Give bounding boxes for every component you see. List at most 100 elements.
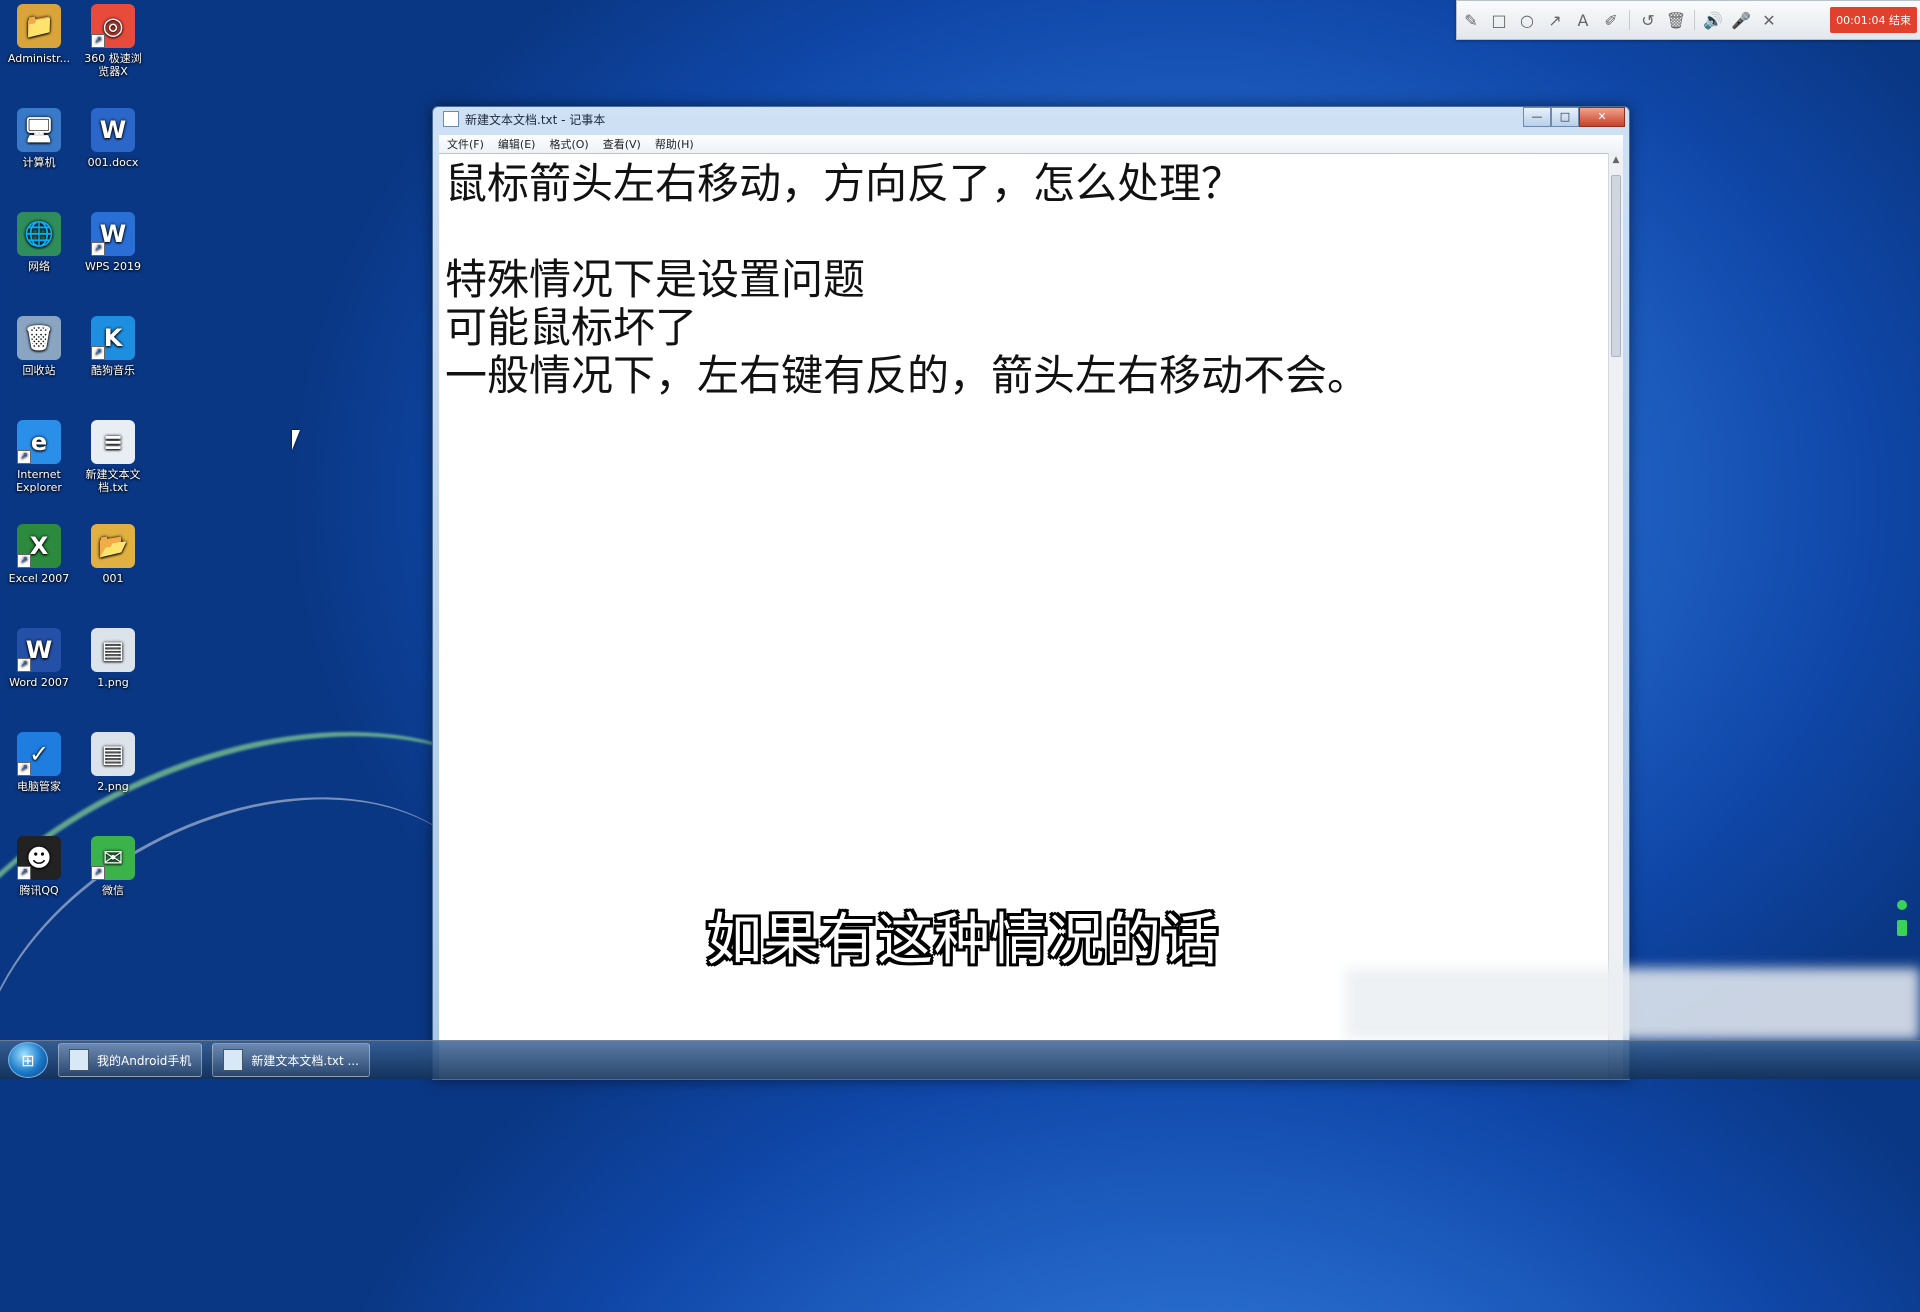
scrollbar-thumb[interactable] xyxy=(1611,175,1621,357)
highlighter-tool-icon[interactable]: ✐ xyxy=(1597,6,1625,34)
menu-bar: 文件(F) 编辑(E) 格式(O) 查看(V) 帮助(H) xyxy=(439,135,1623,153)
desktop-icon-label: 电脑管家 xyxy=(17,780,61,793)
text-line-empty xyxy=(445,208,1603,256)
annotation-toolbar: ✎ □ ○ ↗ A ✐ ↺ 🗑 🔊 🎤 ✕ 00:01:04 结束 xyxy=(1456,0,1920,40)
vertical-scrollbar[interactable]: ▲ xyxy=(1608,153,1623,1079)
desktop-icon-label: Internet Explorer xyxy=(16,468,62,494)
shortcut-arrow-icon: ↗ xyxy=(17,658,31,672)
video-subtitle: 如果有这种情况的话 xyxy=(706,908,1219,973)
desktop-icon[interactable]: ◎ ↗ 360 极速浏 览器X xyxy=(74,4,152,78)
app-icon: e ↗ xyxy=(17,420,61,464)
app-icon: ✉ ↗ xyxy=(91,836,135,880)
desktop-icon[interactable]: 📁 Administr... xyxy=(0,4,78,65)
desktop-icon-label: 2.png xyxy=(97,780,129,793)
status-bar-icon xyxy=(1897,920,1907,936)
app-icon: W ↗ xyxy=(17,628,61,672)
desktop-icon-label: 微信 xyxy=(102,884,124,897)
notepad-app-icon xyxy=(443,111,459,127)
notepad-titlebar[interactable]: 新建文本文档.txt - 记事本 — □ ✕ xyxy=(433,107,1629,131)
shortcut-arrow-icon: ↗ xyxy=(17,866,31,880)
scroll-up-arrow-icon[interactable]: ▲ xyxy=(1609,155,1623,165)
shortcut-arrow-icon: ↗ xyxy=(91,242,105,256)
desktop-icon[interactable]: ☻ ↗ 腾讯QQ xyxy=(0,836,78,897)
menu-edit[interactable]: 编辑(E) xyxy=(498,136,536,152)
taskbar-item-label: 我的Android手机 xyxy=(97,1053,192,1068)
app-icon: ☻ ↗ xyxy=(17,836,61,880)
desktop-icon[interactable]: W ↗ WPS 2019 xyxy=(74,212,152,273)
app-icon: ▤ xyxy=(91,628,135,672)
desktop-icon-label: Excel 2007 xyxy=(8,572,70,585)
blurred-overlay xyxy=(1345,968,1920,1040)
phone-icon xyxy=(69,1049,89,1071)
desktop-icon[interactable]: e ↗ Internet Explorer xyxy=(0,420,78,494)
menu-file[interactable]: 文件(F) xyxy=(447,136,484,152)
rectangle-tool-icon[interactable]: □ xyxy=(1485,6,1513,34)
text-line: 可能鼠标坏了 xyxy=(445,303,698,352)
desktop-icon[interactable]: W ↗ Word 2007 xyxy=(0,628,78,689)
clear-trash-icon[interactable]: 🗑 xyxy=(1662,6,1690,34)
menu-help[interactable]: 帮助(H) xyxy=(655,136,694,152)
app-icon: 🗑 xyxy=(17,316,61,360)
side-status-indicator xyxy=(1896,900,1908,960)
notepad-icon xyxy=(223,1049,244,1071)
start-button[interactable]: ⊞ xyxy=(8,1042,48,1078)
window-controls: — □ ✕ xyxy=(1523,107,1625,127)
toolbar-separator xyxy=(1694,10,1695,30)
microphone-icon[interactable]: 🎤 xyxy=(1727,6,1755,34)
desktop-icon[interactable]: ▤ 2.png xyxy=(74,732,152,793)
app-icon: 📂 xyxy=(91,524,135,568)
app-icon: K ↗ xyxy=(91,316,135,360)
app-icon: ✓ ↗ xyxy=(17,732,61,776)
app-icon: W xyxy=(91,108,135,152)
desktop-icon[interactable]: ✓ ↗ 电脑管家 xyxy=(0,732,78,793)
desktop-icon-label: 计算机 xyxy=(22,156,56,169)
app-icon: ◎ ↗ xyxy=(91,4,135,48)
text-tool-icon[interactable]: A xyxy=(1569,6,1597,34)
text-line: 一般情况下，左右键有反的，箭头左右移动不会。 xyxy=(445,351,1370,400)
desktop-icon-label: 1.png xyxy=(97,676,129,689)
app-icon: 🖥 xyxy=(17,108,61,152)
undo-icon[interactable]: ↺ xyxy=(1634,6,1662,34)
desktop-icon[interactable]: 🌐 网络 xyxy=(0,212,78,273)
desktop-icon[interactable]: ≡ 新建文本文 档.txt xyxy=(74,420,152,494)
minimize-button[interactable]: — xyxy=(1523,107,1551,127)
desktop-icon-label: 新建文本文 档.txt xyxy=(85,468,141,494)
shortcut-arrow-icon: ↗ xyxy=(91,34,105,48)
menu-format[interactable]: 格式(O) xyxy=(549,136,588,152)
taskbar-item-label: 新建文本文档.txt ... xyxy=(251,1053,359,1068)
desktop-icon[interactable]: 📂 001 xyxy=(74,524,152,585)
taskbar-item-notepad[interactable]: 新建文本文档.txt ... xyxy=(212,1043,370,1077)
recording-timer-end-button[interactable]: 00:01:04 结束 xyxy=(1830,7,1917,33)
pen-tool-icon[interactable]: ✎ xyxy=(1457,6,1485,34)
desktop-icon-label: 001 xyxy=(102,572,124,585)
status-dot-icon xyxy=(1897,900,1907,910)
desktop-icon[interactable]: X ↗ Excel 2007 xyxy=(0,524,78,585)
maximize-button[interactable]: □ xyxy=(1551,107,1579,127)
desktop-icon[interactable]: K ↗ 酷狗音乐 xyxy=(74,316,152,377)
shortcut-arrow-icon: ↗ xyxy=(17,554,31,568)
app-icon: ▤ xyxy=(91,732,135,776)
app-icon: 📁 xyxy=(17,4,61,48)
desktop-icon[interactable]: 🗑 回收站 xyxy=(0,316,78,377)
menu-view[interactable]: 查看(V) xyxy=(603,136,641,152)
desktop-icon[interactable]: ✉ ↗ 微信 xyxy=(74,836,152,897)
speaker-icon[interactable]: 🔊 xyxy=(1699,6,1727,34)
app-icon: 🌐 xyxy=(17,212,61,256)
taskbar-item-android-phone[interactable]: 我的Android手机 xyxy=(58,1043,203,1077)
toolbar-separator xyxy=(1629,10,1630,30)
circle-tool-icon[interactable]: ○ xyxy=(1513,6,1541,34)
close-icon[interactable]: ✕ xyxy=(1755,6,1783,34)
desktop-icon-label: 酷狗音乐 xyxy=(91,364,135,377)
desktop-icon[interactable]: ▤ 1.png xyxy=(74,628,152,689)
desktop-icon-label: 网络 xyxy=(28,260,50,273)
shortcut-arrow-icon: ↗ xyxy=(17,450,31,464)
text-line: 鼠标箭头左右移动，方向反了，怎么处理？ xyxy=(445,159,1244,208)
desktop-icon-label: Word 2007 xyxy=(9,676,69,689)
arrow-tool-icon[interactable]: ↗ xyxy=(1541,6,1569,34)
app-icon: ≡ xyxy=(91,420,135,464)
taskbar: ⊞ 我的Android手机 新建文本文档.txt ... xyxy=(0,1040,1920,1079)
close-button[interactable]: ✕ xyxy=(1579,107,1625,127)
desktop-icon-label: 回收站 xyxy=(22,364,56,377)
desktop-icon[interactable]: W 001.docx xyxy=(74,108,152,169)
desktop-icon[interactable]: 🖥 计算机 xyxy=(0,108,78,169)
